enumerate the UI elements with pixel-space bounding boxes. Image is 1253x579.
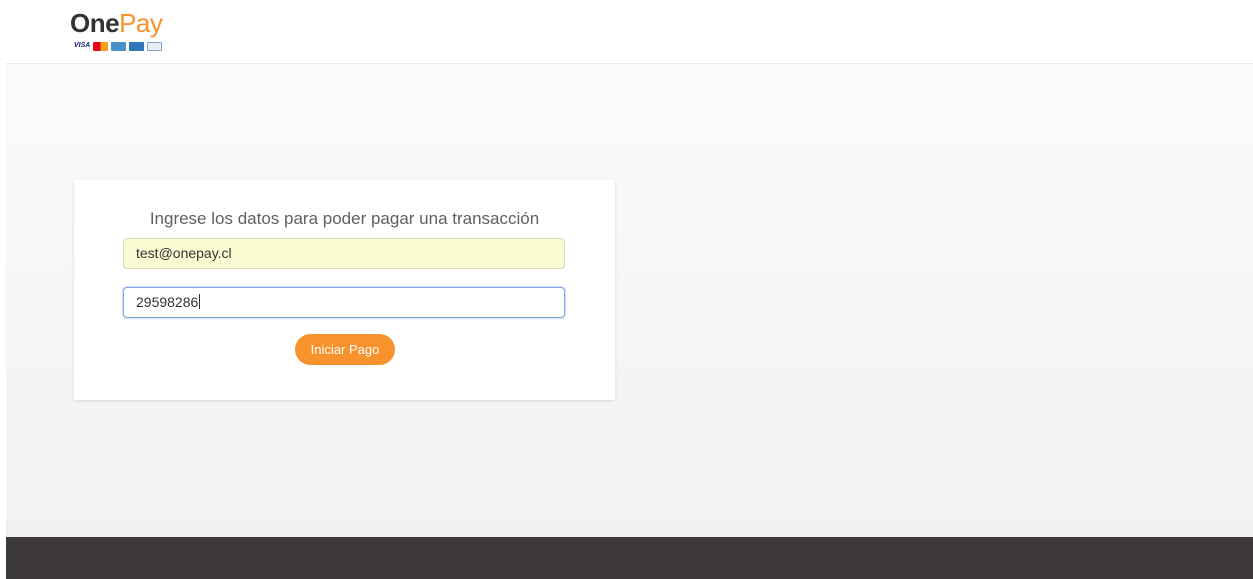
amex-logo-icon [129, 41, 145, 51]
footer [6, 537, 1253, 579]
payment-form-card: Ingrese los datos para poder pagar una t… [74, 180, 615, 400]
logo-one-text: One [70, 8, 120, 38]
onepay-logo[interactable]: OnePay VISA [70, 8, 180, 56]
maestro-logo-icon [111, 41, 127, 51]
diners-logo-icon [147, 41, 163, 51]
form-title: Ingrese los datos para poder pagar una t… [149, 209, 540, 228]
email-field[interactable]: test@onepay.cl [123, 238, 565, 269]
visa-logo-icon: VISA [74, 42, 91, 49]
logo-wordmark: OnePay [70, 8, 163, 38]
iniciar-pago-button[interactable]: Iniciar Pago [295, 334, 395, 365]
id-field[interactable]: 29598286 [123, 287, 565, 318]
header: OnePay VISA [6, 0, 1253, 64]
card-brands: VISA [74, 41, 163, 51]
id-field-value: 29598286 [136, 294, 199, 310]
mastercard-logo-icon [93, 41, 109, 51]
logo-pay-text: Pay [119, 8, 163, 38]
main-content: Ingrese los datos para poder pagar una t… [6, 64, 1253, 537]
email-field-value: test@onepay.cl [136, 245, 232, 261]
text-caret [199, 294, 201, 309]
